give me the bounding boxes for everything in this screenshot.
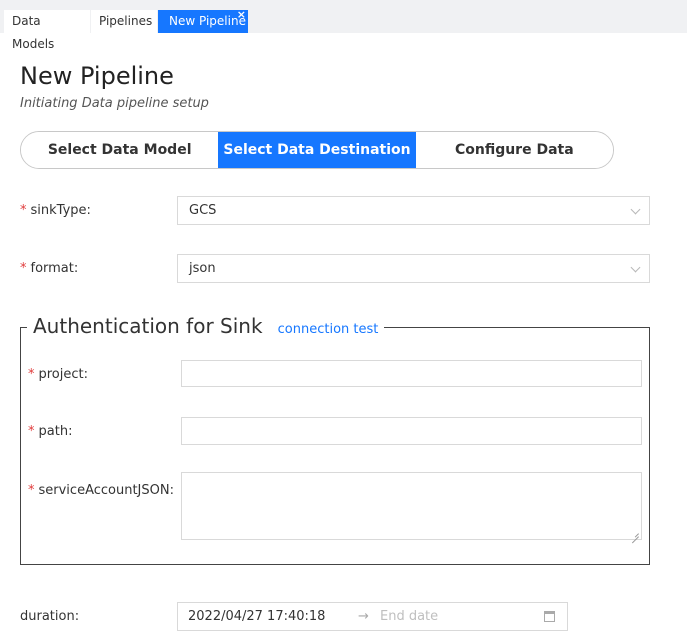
sinktype-value: GCS: [189, 203, 217, 218]
format-label-text: format: [30, 261, 74, 276]
sinktype-select[interactable]: GCS: [177, 196, 650, 225]
duration-start-value[interactable]: 2022/04/27 17:40:18: [188, 603, 325, 630]
path-input[interactable]: [181, 417, 642, 445]
format-value: json: [189, 261, 216, 276]
service-account-json-label-text: serviceAccountJSON: [38, 483, 170, 498]
duration-label-text: duration: [20, 609, 75, 624]
tab-pipelines[interactable]: Pipelines: [91, 10, 157, 33]
path-label: * path:: [28, 424, 73, 439]
required-mark: *: [28, 424, 35, 439]
service-account-json-textarea[interactable]: [181, 472, 642, 540]
auth-title: Authentication for Sink: [33, 314, 263, 338]
required-mark: *: [20, 203, 27, 218]
tab-new-pipeline[interactable]: New Pipeline ×: [158, 8, 248, 33]
step-navigator: Select Data Model Select Data Destinatio…: [20, 131, 614, 169]
connection-test-link[interactable]: connection test: [278, 322, 379, 337]
duration-end-placeholder[interactable]: End date: [380, 603, 438, 630]
auth-legend: Authentication for Sink connection test: [27, 314, 385, 342]
format-label: * format:: [20, 261, 79, 276]
page-subtitle: Initiating Data pipeline setup: [20, 96, 209, 111]
chevron-down-icon: [630, 204, 641, 215]
page-title: New Pipeline: [20, 62, 174, 90]
tab-label: New Pipeline: [169, 14, 246, 28]
tab-data-models[interactable]: Data Models: [4, 10, 90, 51]
sinktype-label: * sinkType:: [20, 203, 91, 218]
chevron-down-icon: [630, 262, 641, 273]
format-select[interactable]: json: [177, 254, 650, 283]
required-mark: *: [28, 367, 35, 382]
project-label: * project:: [28, 367, 89, 382]
step-select-data-model[interactable]: Select Data Model: [21, 132, 219, 168]
sinktype-label-text: sinkType: [30, 203, 87, 218]
project-input[interactable]: [181, 360, 642, 387]
tab-bar: Data Models Pipelines New Pipeline ×: [0, 0, 687, 51]
service-account-json-label: * serviceAccountJSON:: [28, 483, 174, 498]
calendar-icon: [544, 611, 555, 622]
project-label-text: project: [38, 367, 84, 382]
tab-label: Pipelines: [99, 14, 153, 28]
required-mark: *: [20, 261, 27, 276]
required-mark: *: [28, 483, 35, 498]
arrow-right-icon: →: [358, 609, 369, 624]
duration-range-picker[interactable]: 2022/04/27 17:40:18 → End date: [177, 602, 568, 631]
close-icon[interactable]: ×: [237, 3, 246, 26]
tab-label: Data Models: [12, 14, 55, 51]
step-select-data-destination[interactable]: Select Data Destination: [218, 132, 416, 168]
duration-label: duration:: [20, 609, 80, 624]
path-label-text: path: [38, 424, 69, 439]
resize-handle-icon[interactable]: [632, 530, 639, 537]
step-configure-data[interactable]: Configure Data: [415, 132, 613, 168]
